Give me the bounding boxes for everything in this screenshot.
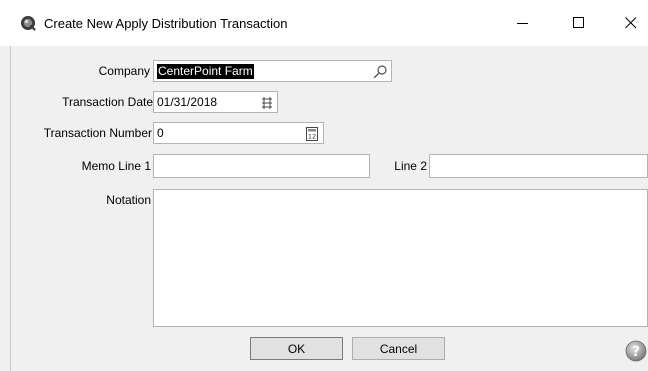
memo-line-1-input[interactable] [153,154,370,178]
app-logo-icon [21,16,36,31]
cancel-button[interactable]: Cancel [352,337,445,360]
help-icon[interactable]: ? [625,340,647,362]
transaction-date-label: Transaction Date [62,95,153,109]
transaction-number-field[interactable]: 0 12 [153,122,324,144]
calendar-icon[interactable] [259,95,275,111]
calculator-icon[interactable]: 12 [304,126,320,142]
minimize-button[interactable] [506,10,540,36]
line-2-label: Line 2 [394,159,427,173]
line-2-input[interactable] [429,154,648,178]
left-border [10,46,11,371]
ok-button[interactable]: OK [250,337,343,360]
company-field[interactable]: CenterPoint Farm [153,60,392,82]
close-icon [625,17,637,29]
transaction-date-value: 01/31/2018 [157,95,218,109]
memo-line-1-label: Memo Line 1 [81,159,151,173]
notation-textarea[interactable] [153,189,648,327]
search-icon[interactable] [372,64,388,80]
company-value: CenterPoint Farm [157,64,254,79]
window-title: Create New Apply Distribution Transactio… [44,16,288,31]
transaction-number-value: 0 [157,126,164,140]
maximize-icon [573,17,584,28]
svg-text:?: ? [632,344,640,360]
svg-text:12: 12 [308,133,316,141]
title-bar: Create New Apply Distribution Transactio… [0,0,648,46]
minimize-icon [517,23,528,24]
notation-label: Notation [106,193,151,207]
transaction-date-field[interactable]: 01/31/2018 [153,91,278,113]
transaction-number-label: Transaction Number [43,126,152,140]
company-label: Company [98,64,150,78]
maximize-button[interactable] [562,10,596,36]
close-button[interactable] [614,10,648,36]
